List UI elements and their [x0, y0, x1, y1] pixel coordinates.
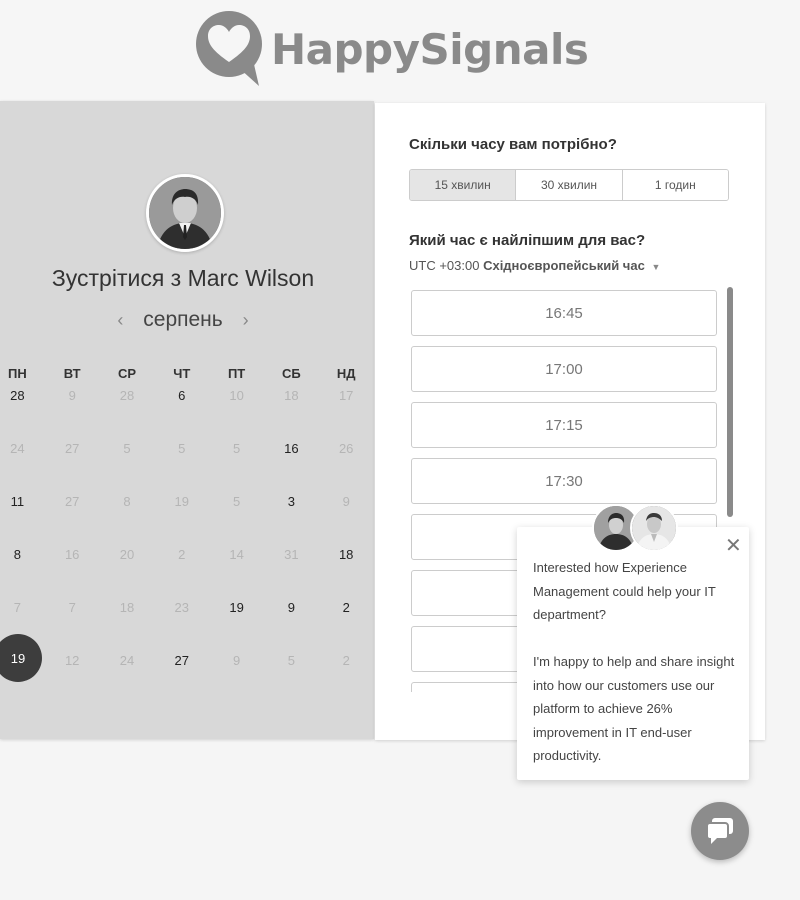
slot-list-scrollbar[interactable] — [727, 287, 733, 517]
calendar-day-unavailable: 5 — [232, 494, 241, 509]
calendar-day-unavailable: 20 — [119, 547, 135, 562]
heart-speech-bubble-icon — [196, 11, 262, 86]
calendar-day-unavailable: 19 — [174, 494, 190, 509]
duration-option[interactable]: 30 хвилин — [516, 170, 623, 200]
month-navigation: ‹ серпень › — [0, 308, 366, 332]
duration-selector: 15 хвилин 30 хвилин 1 годин — [409, 169, 729, 201]
calendar-day-unavailable: 2 — [178, 547, 186, 562]
calendar-day-unavailable: 5 — [232, 441, 241, 456]
time-question: Який час є найліпшим для вас? — [409, 232, 646, 249]
calendar-week: 24 27 5 5 5 16 26 — [0, 441, 374, 494]
time-slot-button[interactable]: 17:00 — [411, 346, 717, 392]
calendar-day-available[interactable]: 6 — [154, 388, 209, 441]
calendar-day-unavailable: 9 — [68, 388, 76, 403]
time-slot-button[interactable]: 16:45 — [411, 290, 717, 336]
duration-question: Скільки часу вам потрібно? — [409, 136, 617, 153]
timezone-offset: UTC +03:00 — [409, 258, 480, 273]
time-slot-button[interactable]: 17:30 — [411, 458, 717, 504]
close-icon[interactable]: ✕ — [725, 536, 742, 556]
calendar-day-unavailable: 9 — [232, 653, 241, 668]
calendar-day-unavailable: 5 — [178, 441, 186, 456]
calendar-day-unavailable: 7 — [68, 600, 76, 615]
calendar-day-unavailable: 9 — [342, 494, 350, 509]
calendar-day-unavailable: 17 — [338, 388, 354, 403]
calendar-day-unavailable: 5 — [287, 653, 295, 668]
weekday-label: НД — [336, 366, 356, 381]
calendar-day-unavailable: 10 — [229, 388, 244, 403]
chat-agent-avatar — [630, 504, 678, 552]
calendar-day-unavailable: 14 — [229, 547, 244, 562]
weekday-label: ЧТ — [173, 366, 191, 381]
calendar-day-unavailable: 24 — [119, 653, 135, 668]
brand-logo[interactable]: HappySignals — [193, 10, 589, 88]
calendar-day-available[interactable]: 9 — [264, 600, 319, 653]
meeting-title: Зустрітися з Marc Wilson — [51, 265, 315, 291]
duration-option[interactable]: 1 годин — [622, 170, 728, 200]
month-label: серпень — [143, 308, 223, 331]
calendar-day-available[interactable]: 3 — [264, 494, 319, 547]
chat-message-2: I'm happy to help and share insight into… — [533, 654, 735, 763]
calendar-day-unavailable: 8 — [123, 494, 131, 509]
calendar-day-unavailable: 27 — [64, 494, 80, 509]
calendar-day-unavailable: 12 — [64, 653, 80, 668]
chevron-right-icon[interactable]: › — [243, 310, 249, 331]
calendar-week: 28 9 28 6 10 18 17 — [0, 388, 374, 441]
calendar-week: 7 7 18 23 19 9 2 — [0, 600, 374, 653]
weekday-label: ПТ — [227, 366, 246, 381]
chat-agent-avatars — [592, 504, 678, 552]
chat-bubble-icon — [706, 818, 733, 844]
calendar-day-unavailable: 5 — [123, 441, 131, 456]
chat-message-1: Interested how Experience Management cou… — [533, 560, 716, 622]
calendar-panel: Зустрітися з Marc Wilson ‹ серпень › ПН В… — [0, 101, 374, 739]
top-bar: HappySignals — [0, 0, 800, 100]
calendar-day-available[interactable]: 2 — [319, 600, 374, 653]
calendar-day-available[interactable]: 27 — [154, 653, 209, 706]
host-avatar — [146, 174, 224, 252]
calendar-day-unavailable: 16 — [64, 547, 80, 562]
calendar-day-available[interactable]: 19 — [209, 600, 264, 653]
chat-message: Interested how Experience Management cou… — [533, 556, 741, 768]
duration-option[interactable]: 15 хвилин — [410, 170, 517, 200]
calendar-day-unavailable: 18 — [119, 600, 135, 615]
calendar-week: 11 27 8 19 5 3 9 — [0, 494, 374, 547]
calendar-day-unavailable: 28 — [119, 388, 135, 403]
calendar-day-available[interactable]: 16 — [264, 441, 319, 494]
calendar-grid: ПН ВТ СР ЧТ ПТ СБ НД 28 9 28 6 10 18 17 24 27 5 5 5 16 26 11 2… — [0, 366, 374, 706]
chevron-left-icon[interactable]: ‹ — [117, 310, 123, 331]
weekday-label: ВТ — [63, 366, 81, 381]
calendar-week: 8 16 20 2 14 31 18 — [0, 547, 374, 600]
calendar-day-unavailable: 27 — [64, 441, 80, 456]
calendar-day-available[interactable]: 18 — [319, 547, 374, 600]
calendar-day-selected[interactable]: 19 — [0, 634, 45, 706]
chat-launcher-button[interactable] — [691, 802, 749, 860]
chat-popup: ✕ Interested how Experience Management c… — [517, 527, 749, 780]
calendar-day-available[interactable]: 11 — [0, 494, 45, 547]
weekday-header: ПН ВТ СР ЧТ ПТ СБ НД — [0, 366, 374, 388]
calendar-day-unavailable: 18 — [284, 388, 299, 403]
calendar-day-unavailable: 26 — [338, 441, 354, 456]
weekday-label: СР — [117, 366, 137, 381]
calendar-day-unavailable: 24 — [10, 441, 25, 456]
time-slot-button[interactable]: 17:15 — [411, 402, 717, 448]
caret-down-icon: ▼ — [651, 262, 661, 272]
weekday-label: ПН — [8, 366, 27, 381]
calendar-day-unavailable: 31 — [284, 547, 299, 562]
timezone-selector[interactable]: UTC +03:00 Східноєвропейський час ▼ — [409, 258, 660, 273]
calendar-week: 19 12 24 27 9 5 2 — [0, 634, 374, 706]
weekday-label: СБ — [282, 366, 301, 381]
calendar-day-unavailable: 2 — [342, 653, 350, 668]
calendar-day-unavailable: 23 — [174, 600, 190, 615]
calendar-day-available[interactable]: 28 — [0, 388, 45, 441]
brand-name: HappySignals — [271, 24, 589, 74]
timezone-name: Східноєвропейський час — [483, 258, 645, 273]
calendar-day-available[interactable]: 8 — [0, 547, 45, 600]
